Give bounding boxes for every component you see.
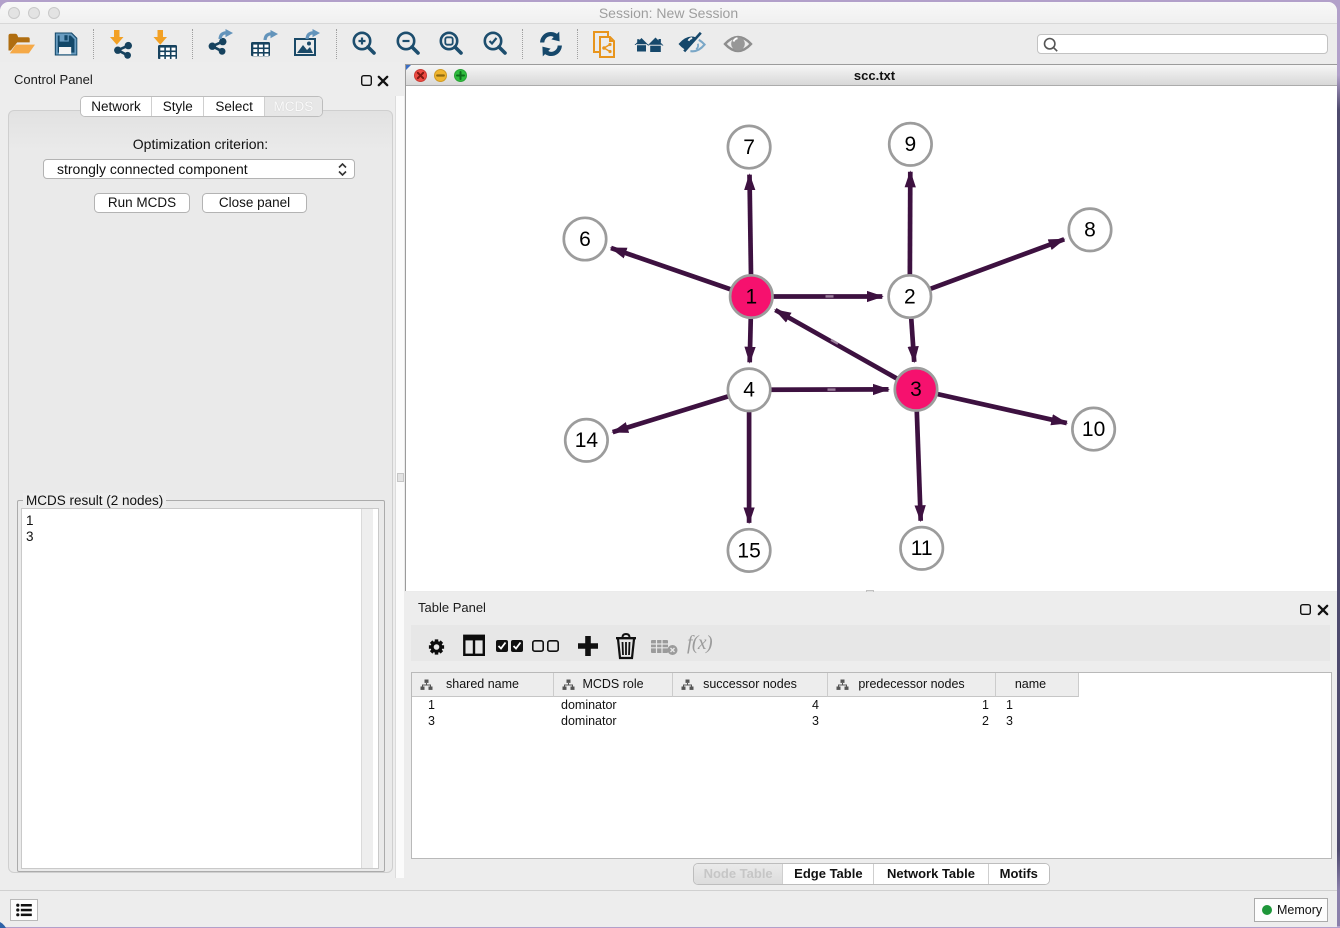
svg-text:14: 14 [574,429,598,452]
svg-text:1: 1 [745,285,757,308]
svg-text:8: 8 [1084,219,1096,242]
svg-text:11: 11 [910,537,932,560]
svg-text:7: 7 [743,136,755,159]
svg-text:10: 10 [1081,418,1104,441]
svg-text:6: 6 [579,228,591,251]
svg-text:2: 2 [903,285,915,308]
svg-text:9: 9 [904,133,916,156]
svg-text:4: 4 [743,379,755,402]
svg-text:15: 15 [737,539,760,562]
svg-text:3: 3 [910,378,922,401]
